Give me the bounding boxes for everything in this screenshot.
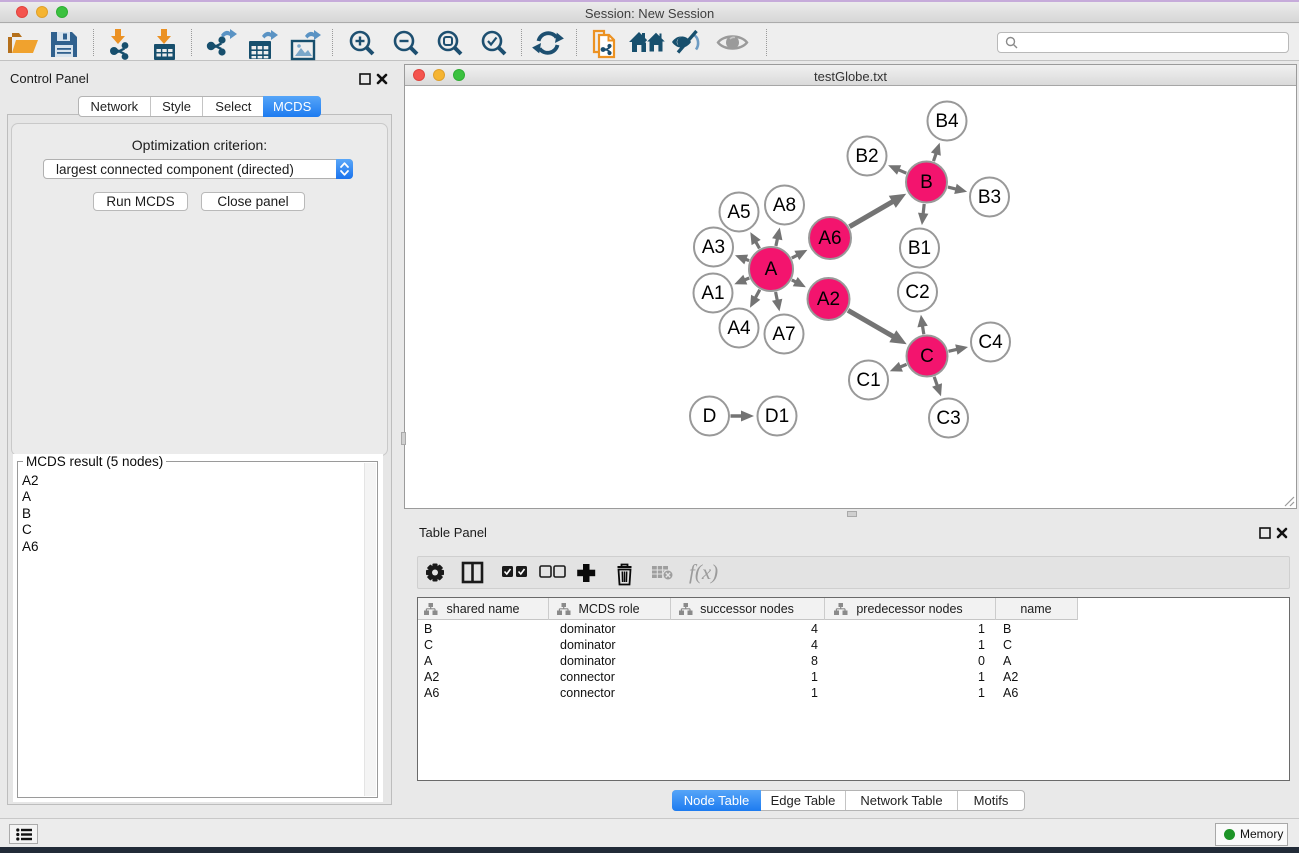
svg-text:A1: A1 bbox=[701, 283, 724, 304]
svg-text:B4: B4 bbox=[935, 111, 959, 132]
svg-text:C: C bbox=[920, 346, 934, 367]
svg-text:A8: A8 bbox=[773, 195, 796, 216]
svg-text:B2: B2 bbox=[855, 146, 878, 167]
svg-text:D1: D1 bbox=[765, 406, 789, 427]
svg-text:A2: A2 bbox=[817, 289, 840, 310]
svg-text:f(x): f(x) bbox=[689, 560, 718, 584]
svg-text:C4: C4 bbox=[978, 332, 1003, 353]
svg-text:C1: C1 bbox=[856, 370, 880, 391]
svg-text:B: B bbox=[920, 172, 933, 193]
svg-text:A7: A7 bbox=[772, 324, 795, 345]
svg-text:A: A bbox=[765, 259, 778, 280]
svg-text:B1: B1 bbox=[908, 238, 931, 259]
svg-text:A3: A3 bbox=[702, 237, 725, 258]
svg-text:C2: C2 bbox=[905, 282, 929, 303]
svg-text:A4: A4 bbox=[727, 318, 751, 339]
svg-text:B3: B3 bbox=[978, 187, 1001, 208]
svg-text:A5: A5 bbox=[727, 202, 750, 223]
svg-text:A6: A6 bbox=[818, 228, 841, 249]
svg-text:C3: C3 bbox=[936, 408, 960, 429]
svg-text:D: D bbox=[703, 406, 717, 427]
